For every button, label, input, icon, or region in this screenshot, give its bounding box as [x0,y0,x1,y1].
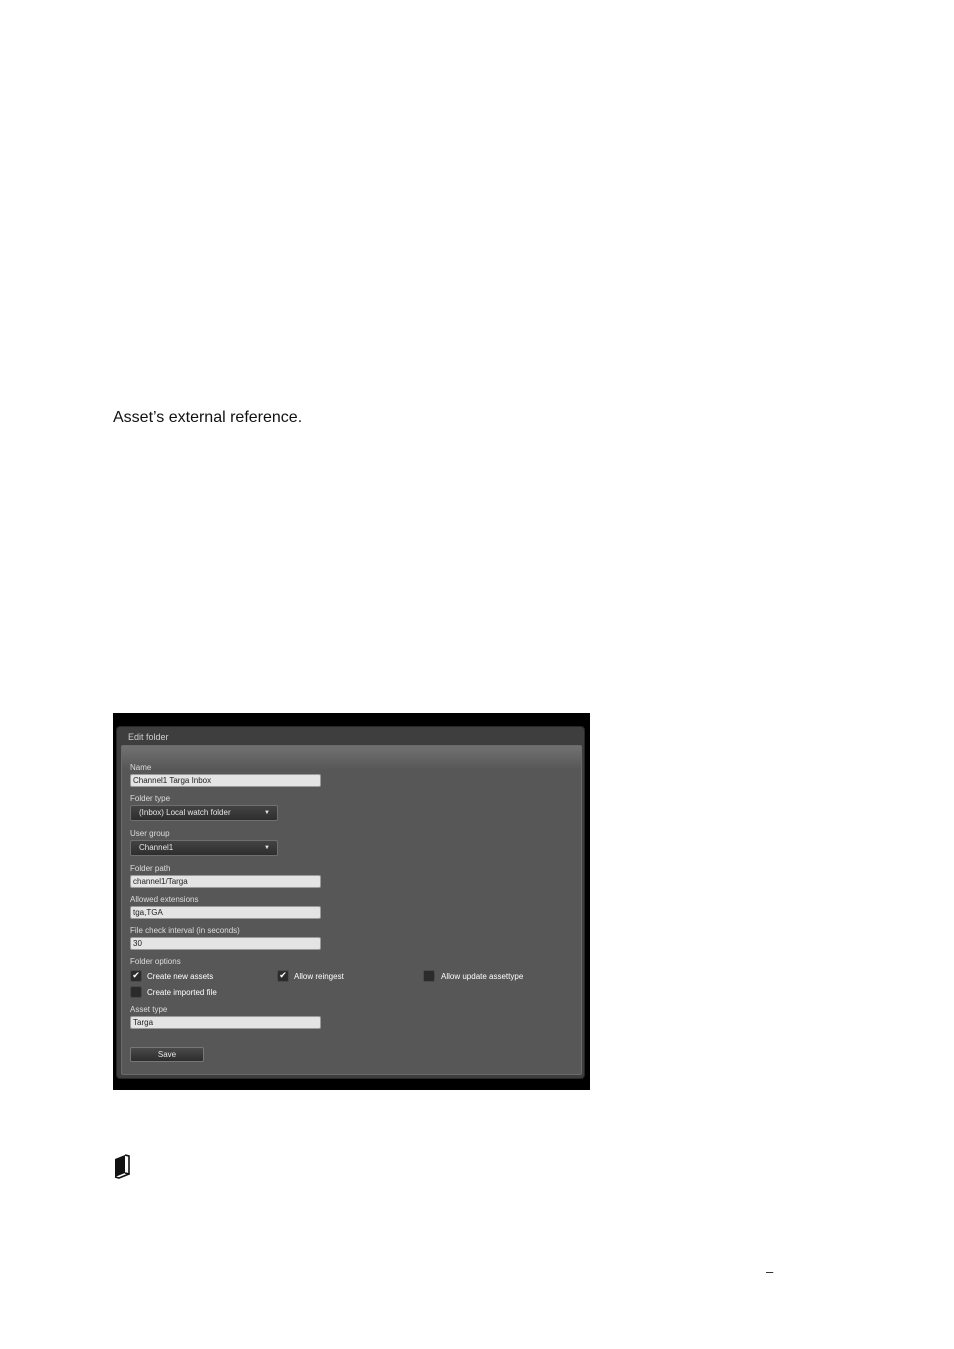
folder-options-label: Folder options [130,957,181,966]
allowed-extensions-input[interactable]: tga,TGA [130,906,321,919]
dialog-title: Edit folder [128,732,169,742]
create-new-assets-label: Create new assets [147,972,214,981]
chevron-down-icon: ▼ [264,845,270,851]
allow-reingest-checkbox[interactable]: ✔ [277,970,289,982]
folder-type-label: Folder type [130,794,171,803]
create-imported-file-label: Create imported file [147,988,217,997]
asset-type-label: Asset type [130,1005,168,1014]
name-input[interactable]: Channel1 Targa Inbox [130,774,321,787]
save-button[interactable]: Save [130,1047,204,1062]
user-group-label: User group [130,829,170,838]
document-paragraph: Asset’s external reference. [113,409,303,426]
asset-type-input[interactable]: Targa [130,1016,321,1029]
create-new-assets-checkbox[interactable]: ✔ [130,970,142,982]
folder-path-label: Folder path [130,864,171,873]
folder-path-input[interactable]: channel1/Targa [130,875,321,888]
folder-type-select[interactable]: (Inbox) Local watch folder ▼ [130,805,278,821]
file-check-interval-input[interactable]: 30 [130,937,321,950]
allow-reingest-label: Allow reingest [294,972,344,981]
user-group-value: Channel1 [139,843,174,852]
name-label: Name [130,763,152,772]
user-group-select[interactable]: Channel1 ▼ [130,840,278,856]
allow-update-assettype-label: Allow update assettype [441,972,524,981]
edit-folder-screenshot: Edit folder Name Channel1 Targa Inbox Fo… [113,713,590,1090]
create-imported-file-checkbox[interactable] [130,986,142,998]
file-check-interval-label: File check interval (in seconds) [130,926,240,935]
edit-folder-dialog: Edit folder Name Channel1 Targa Inbox Fo… [117,727,584,1078]
folder-type-value: (Inbox) Local watch folder [139,808,231,817]
page-marker: – [766,1264,774,1279]
book-icon [113,1153,131,1184]
allow-update-assettype-checkbox[interactable] [423,970,435,982]
chevron-down-icon: ▼ [264,810,270,816]
allowed-extensions-label: Allowed extensions [130,895,199,904]
form-panel: Name Channel1 Targa Inbox Folder type (I… [121,745,582,1075]
